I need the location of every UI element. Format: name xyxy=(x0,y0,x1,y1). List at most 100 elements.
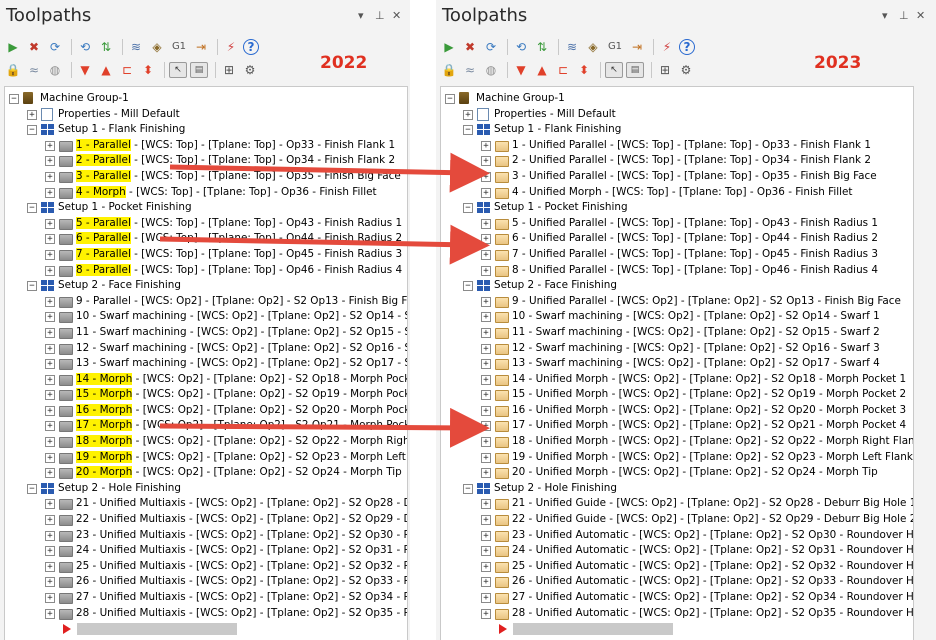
tree-operation[interactable]: +12 - Swarf machining - [WCS: Op2] - [Tp… xyxy=(5,341,407,357)
collapse-icon[interactable]: − xyxy=(27,203,37,214)
expand-icon[interactable]: + xyxy=(45,218,55,229)
tree-operation[interactable]: +24 - Unified Automatic - [WCS: Op2] - [… xyxy=(441,543,913,559)
expand-icon[interactable]: + xyxy=(481,249,491,260)
tree-operation[interactable]: +✔28 - Unified Automatic - [WCS: Op2] - … xyxy=(441,606,913,622)
verify-icon[interactable]: ◈ xyxy=(584,38,602,56)
tree-operation[interactable]: +25 - Unified Multiaxis - [WCS: Op2] - [… xyxy=(5,559,407,575)
tree-setup-group[interactable]: − Setup 1 - Pocket Finishing xyxy=(5,200,407,216)
tree-operation[interactable]: +15 - Unified Morph - [WCS: Op2] - [Tpla… xyxy=(441,387,913,403)
expand-icon[interactable]: + xyxy=(481,593,491,603)
selection-only-icon[interactable]: ↖ xyxy=(605,62,623,78)
collapse-icon[interactable]: − xyxy=(27,281,37,292)
highfeed-icon[interactable]: ⚡ xyxy=(658,38,676,56)
lock-icon[interactable]: 🔒 xyxy=(4,61,22,79)
tree-operation[interactable]: +10 - Swarf machining - [WCS: Op2] - [Tp… xyxy=(5,309,407,325)
expand-icon[interactable]: + xyxy=(45,327,55,338)
expand-icon[interactable]: + xyxy=(481,156,491,167)
expand-icon[interactable]: + xyxy=(45,405,55,416)
tree-operation[interactable]: +27 - Unified Automatic - [WCS: Op2] - [… xyxy=(441,590,913,606)
verify-icon[interactable]: ◈ xyxy=(148,38,166,56)
tree-operation[interactable]: +1 - Unified Parallel - [WCS: Top] - [Tp… xyxy=(441,138,913,154)
tree-properties[interactable]: + Properties - Mill Default xyxy=(5,107,407,123)
tree-operation[interactable]: +14 - Morph - [WCS: Op2] - [Tplane: Op2]… xyxy=(5,372,407,388)
tree-operation[interactable]: +4 - Morph - [WCS: Top] - [Tplane: Top] … xyxy=(5,185,407,201)
sort-icon[interactable]: ⇅ xyxy=(533,38,551,56)
expand-icon[interactable]: + xyxy=(481,374,491,385)
dropdown-arrow-icon[interactable]: ▾ xyxy=(882,9,888,22)
collapse-icon[interactable]: − xyxy=(27,483,37,494)
tree-operation[interactable]: +3 - Unified Parallel - [WCS: Top] - [Tp… xyxy=(441,169,913,185)
expand-icon[interactable]: + xyxy=(45,437,55,448)
expand-icon[interactable]: + xyxy=(45,608,55,619)
regen-selected-icon[interactable]: ⟳ xyxy=(482,38,500,56)
tree-operation[interactable]: +1 - Parallel - [WCS: Top] - [Tplane: To… xyxy=(5,138,407,154)
tree-machine-group[interactable]: − Machine Group-1 xyxy=(441,91,913,107)
insert-arrow-icon[interactable]: ⊏ xyxy=(118,61,136,79)
expand-icon[interactable]: + xyxy=(481,530,491,541)
collapse-icon[interactable]: − xyxy=(445,94,455,104)
path-options-icon[interactable]: ⊞ xyxy=(656,61,674,79)
tree-operation[interactable]: +25 - Unified Automatic - [WCS: Op2] - [… xyxy=(441,559,913,575)
close-icon[interactable]: ✕ xyxy=(916,9,925,22)
tree-operation[interactable]: +8 - Unified Parallel - [WCS: Top] - [Tp… xyxy=(441,263,913,279)
expand-icon[interactable]: + xyxy=(463,109,473,120)
pin-icon[interactable]: ⊥ xyxy=(375,9,385,22)
tree-operation[interactable]: +26 - Unified Multiaxis - [WCS: Op2] - [… xyxy=(5,574,407,590)
tree-operation[interactable]: +4 - Unified Morph - [WCS: Top] - [Tplan… xyxy=(441,185,913,201)
selection-only-icon[interactable]: ↖ xyxy=(169,62,187,78)
expand-icon[interactable]: + xyxy=(481,265,491,276)
expand-icon[interactable]: + xyxy=(45,156,55,167)
regen-dirty-icon[interactable]: ⟲ xyxy=(512,38,530,56)
tree-operation[interactable]: +7 - Parallel - [WCS: Top] - [Tplane: To… xyxy=(5,247,407,263)
close-icon[interactable]: ✕ xyxy=(392,9,401,22)
tree-setup-group[interactable]: − Setup 2 - Face Finishing xyxy=(441,278,913,294)
backplot-icon[interactable]: ≋ xyxy=(563,38,581,56)
expand-icon[interactable]: + xyxy=(45,171,55,182)
tree-operation[interactable]: +17 - Morph - [WCS: Op2] - [Tplane: Op2]… xyxy=(5,418,407,434)
expand-icon[interactable]: + xyxy=(481,390,491,401)
expand-icon[interactable]: + xyxy=(45,249,55,260)
deselect-icon[interactable]: ✖ xyxy=(461,38,479,56)
tree-operation[interactable]: +9 - Parallel - [WCS: Op2] - [Tplane: Op… xyxy=(5,294,407,310)
tree-operation[interactable]: +20 - Unified Morph - [WCS: Op2] - [Tpla… xyxy=(441,465,913,481)
tree-setup-group[interactable]: − Setup 2 - Hole Finishing xyxy=(441,481,913,497)
help-icon[interactable]: ? xyxy=(679,39,695,55)
expand-icon[interactable]: + xyxy=(481,343,491,354)
expand-icon[interactable]: + xyxy=(481,546,491,557)
move-up-icon[interactable]: ▲ xyxy=(533,61,551,79)
expand-icon[interactable]: ⬍ xyxy=(575,61,593,79)
expand-icon[interactable]: + xyxy=(481,218,491,229)
expand-icon[interactable]: + xyxy=(45,187,55,198)
expand-icon[interactable]: + xyxy=(481,327,491,338)
expand-icon[interactable]: + xyxy=(45,593,55,603)
tree-operation[interactable]: +26 - Unified Automatic - [WCS: Op2] - [… xyxy=(441,574,913,590)
tree-operation[interactable]: +16 - Unified Morph - [WCS: Op2] - [Tpla… xyxy=(441,403,913,419)
select-all-icon[interactable]: ▶ xyxy=(4,38,22,56)
toggle-posting-icon[interactable]: ≈ xyxy=(461,61,479,79)
toggle-posting-icon[interactable]: ≈ xyxy=(25,61,43,79)
hide-icon[interactable]: ◍ xyxy=(46,61,64,79)
expand-icon[interactable]: + xyxy=(481,140,491,151)
tree-setup-group[interactable]: − Setup 1 - Flank Finishing xyxy=(441,122,913,138)
tool-icon[interactable]: ⚙ xyxy=(241,61,259,79)
backplot-icon[interactable]: ≋ xyxy=(127,38,145,56)
tree-operation[interactable]: +6 - Unified Parallel - [WCS: Top] - [Tp… xyxy=(441,231,913,247)
expand-icon[interactable]: + xyxy=(45,390,55,401)
expand-icon[interactable]: + xyxy=(481,437,491,448)
pin-icon[interactable]: ⊥ xyxy=(899,9,909,22)
expand-icon[interactable]: + xyxy=(45,561,55,572)
tree-operation[interactable]: +11 - Swarf machining - [WCS: Op2] - [Tp… xyxy=(5,325,407,341)
tree-operation[interactable]: +23 - Unified Automatic - [WCS: Op2] - [… xyxy=(441,528,913,544)
path-options-icon[interactable]: ⊞ xyxy=(220,61,238,79)
sort-icon[interactable]: ⇅ xyxy=(97,38,115,56)
expand-icon[interactable]: + xyxy=(481,468,491,479)
dropdown-arrow-icon[interactable]: ▾ xyxy=(358,9,364,22)
expand-icon[interactable]: + xyxy=(481,421,491,432)
expand-icon[interactable]: + xyxy=(481,359,491,370)
tree-operation[interactable]: +5 - Parallel - [WCS: Top] - [Tplane: To… xyxy=(5,216,407,232)
expand-icon[interactable]: + xyxy=(481,405,491,416)
tree-operation[interactable]: +20 - Morph - [WCS: Op2] - [Tplane: Op2]… xyxy=(5,465,407,481)
expand-icon[interactable]: + xyxy=(45,234,55,245)
horizontal-scrollbar-thumb[interactable] xyxy=(513,623,673,636)
tree-setup-group[interactable]: − Setup 2 - Face Finishing xyxy=(5,278,407,294)
